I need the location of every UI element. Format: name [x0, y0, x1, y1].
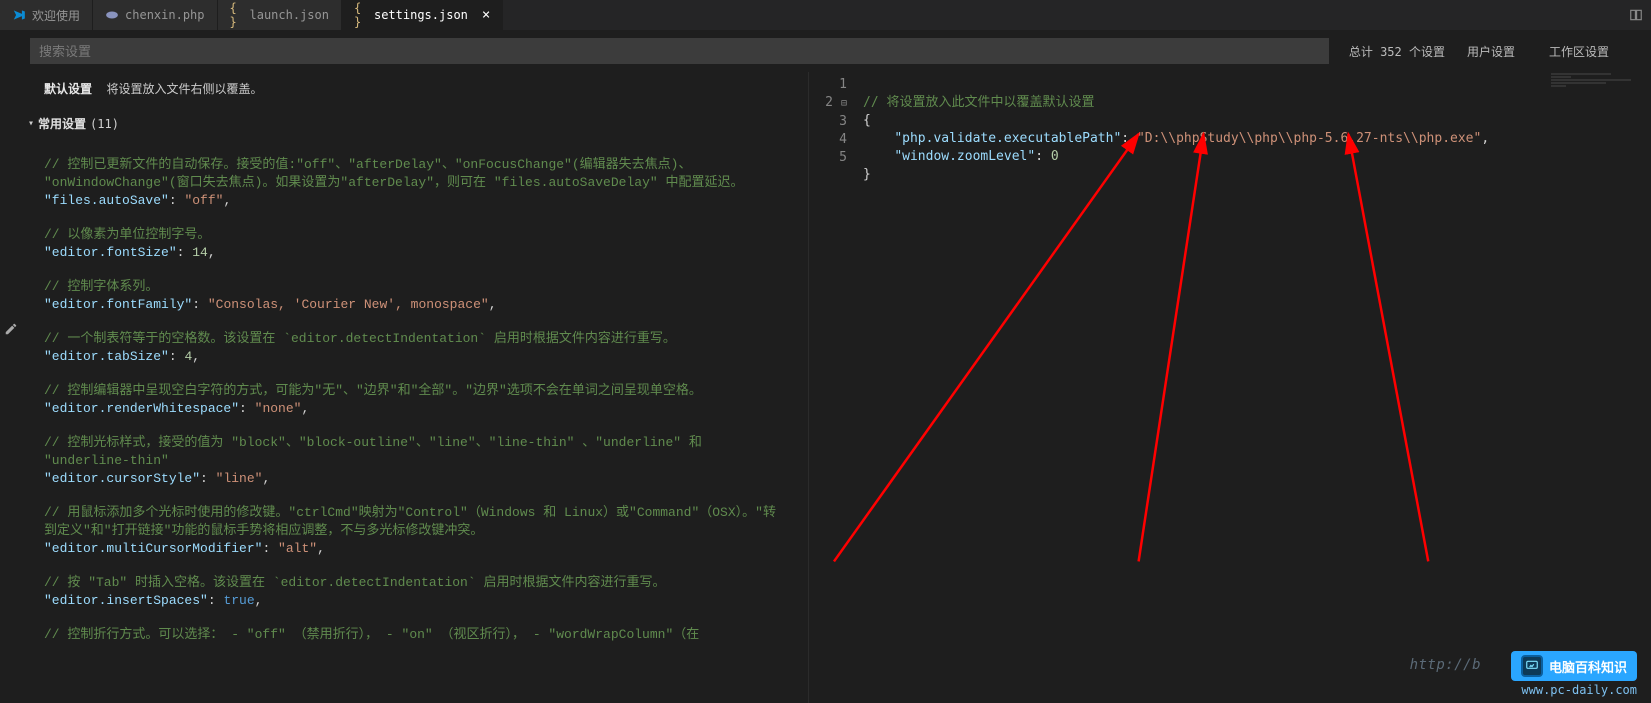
minimap[interactable] — [1551, 72, 1651, 132]
code-brace: { — [863, 113, 871, 128]
code-key: "window.zoomLevel" — [894, 149, 1035, 164]
code-brace: } — [863, 167, 871, 182]
line-number: 4 — [809, 131, 847, 149]
tab-label: settings.json — [374, 8, 468, 22]
settings-count: 总计 352 个设置 — [1349, 43, 1445, 60]
split-editor-icon[interactable] — [1629, 8, 1643, 22]
setting-comment: // 控制已更新文件的自动保存。接受的值:"off"、"afterDelay"、… — [44, 157, 691, 172]
setting-comment: // 按 "Tab" 时插入空格。该设置在 `editor.detectInde… — [44, 575, 665, 590]
code-comment: // 将设置放入此文件中以覆盖默认设置 — [863, 95, 1094, 110]
vscode-icon — [12, 8, 26, 22]
code-editor[interactable]: 1 2 ⊟ 3 4 5 // 将设置放入此文件中以覆盖默认设置 { "php.va… — [809, 72, 1651, 202]
line-number: 1 — [809, 76, 847, 94]
setting-value: "Consolas, 'Courier New', monospace" — [208, 297, 489, 312]
setting-value: "alt" — [278, 541, 317, 556]
setting-value: "none" — [255, 401, 302, 416]
setting-key: "editor.renderWhitespace" — [44, 401, 239, 416]
close-icon[interactable]: × — [482, 7, 490, 23]
watermark-badge: 电脑百科知识 — [1511, 651, 1637, 681]
code-value: 0 — [1051, 149, 1059, 164]
php-icon — [105, 8, 119, 22]
user-settings-pane: 1 2 ⊟ 3 4 5 // 将设置放入此文件中以覆盖默认设置 { "php.va… — [808, 72, 1651, 703]
setting-key: "editor.multiCursorModifier" — [44, 541, 262, 556]
monitor-icon — [1521, 655, 1543, 677]
tab-bar: 欢迎使用 chenxin.php { } launch.json { } set… — [0, 0, 1651, 30]
watermark: 电脑百科知识 www.pc-daily.com — [1511, 651, 1637, 697]
setting-comment: // 控制光标样式，接受的值为 "block"、"block-outline"、… — [44, 435, 702, 450]
line-number: 5 — [809, 149, 847, 167]
setting-comment: 到定义"和"打开链接"功能的鼠标手势将相应调整，不与多光标修改键冲突。 — [44, 523, 483, 538]
fold-icon[interactable]: ⊟ — [837, 95, 847, 113]
line-number: 3 — [809, 113, 847, 131]
tab-welcome[interactable]: 欢迎使用 — [0, 0, 93, 30]
setting-key: "editor.fontSize" — [44, 245, 177, 260]
scope-workspace-settings[interactable]: 工作区设置 — [1537, 38, 1621, 64]
setting-key: "editor.insertSpaces" — [44, 593, 208, 608]
setting-key: "editor.cursorStyle" — [44, 471, 200, 486]
ghost-url-text: http://b — [1410, 657, 1481, 673]
setting-value: "line" — [216, 471, 263, 486]
setting-key: "editor.tabSize" — [44, 349, 169, 364]
code-key: "php.validate.executablePath" — [894, 131, 1121, 146]
setting-comment: // 以像素为单位控制字号。 — [44, 227, 210, 242]
line-gutter: 1 2 ⊟ 3 4 5 — [809, 76, 863, 202]
default-settings-hint: 将设置放入文件右侧以覆盖。 — [106, 82, 262, 96]
section-common-settings[interactable]: ▾ 常用设置 (11) — [0, 103, 808, 136]
setting-value: "off" — [184, 193, 223, 208]
setting-value: 14 — [192, 245, 208, 260]
tab-launch-json[interactable]: { } launch.json — [218, 0, 342, 30]
split-panes: 默认设置 将设置放入文件右侧以覆盖。 ▾ 常用设置 (11) // 控制已更新文… — [0, 72, 1651, 703]
default-settings-pane: 默认设置 将设置放入文件右侧以覆盖。 ▾ 常用设置 (11) // 控制已更新文… — [0, 72, 808, 703]
scope-user-settings[interactable]: 用户设置 — [1455, 38, 1527, 64]
code-value: "D:\\phpStudy\\php\\php-5.6.27-nts\\php.… — [1137, 131, 1481, 146]
section-count: (11) — [90, 117, 119, 131]
section-title: 常用设置 — [38, 115, 86, 132]
setting-comment: // 一个制表符等于的空格数。该设置在 `editor.detectIndent… — [44, 331, 676, 346]
chevron-down-icon: ▾ — [28, 118, 34, 129]
edit-pencil-icon[interactable] — [4, 322, 18, 340]
tab-label: 欢迎使用 — [32, 7, 80, 24]
settings-search-row: 总计 352 个设置 用户设置 工作区设置 — [0, 30, 1651, 72]
watermark-text: 电脑百科知识 — [1549, 657, 1627, 676]
tab-label: launch.json — [250, 8, 329, 22]
setting-comment: // 控制字体系列。 — [44, 279, 158, 294]
tab-chenxin-php[interactable]: chenxin.php — [93, 0, 217, 30]
setting-comment: // 控制折行方式。可以选择： - "off" （禁用折行）， - "on" （… — [44, 627, 699, 642]
setting-comment: "underline-thin" — [44, 453, 169, 468]
watermark-url: www.pc-daily.com — [1511, 683, 1637, 697]
braces-icon: { } — [354, 8, 368, 22]
setting-key: "files.autoSave" — [44, 193, 169, 208]
setting-comment: // 控制编辑器中呈现空白字符的方式，可能为"无"、"边界"和"全部"。"边界"… — [44, 383, 702, 398]
search-input[interactable] — [30, 38, 1329, 64]
default-settings-header: 默认设置 将设置放入文件右侧以覆盖。 — [0, 80, 808, 103]
setting-comment: // 用鼠标添加多个光标时使用的修改键。"ctrlCmd"映射为"Control… — [44, 505, 776, 520]
tab-label: chenxin.php — [125, 8, 204, 22]
line-number: 2 — [825, 95, 833, 110]
code-content[interactable]: // 将设置放入此文件中以覆盖默认设置 { "php.validate.exec… — [863, 76, 1651, 202]
default-settings-body: // 控制已更新文件的自动保存。接受的值:"off"、"afterDelay"、… — [0, 136, 808, 644]
setting-value: true — [223, 593, 254, 608]
tab-settings-json[interactable]: { } settings.json × — [342, 0, 503, 30]
setting-comment: "onWindowChange"(窗口失去焦点)。如果设置为"afterDela… — [44, 175, 743, 190]
braces-icon: { } — [230, 8, 244, 22]
default-settings-title: 默认设置 — [44, 82, 92, 96]
setting-key: "editor.fontFamily" — [44, 297, 192, 312]
